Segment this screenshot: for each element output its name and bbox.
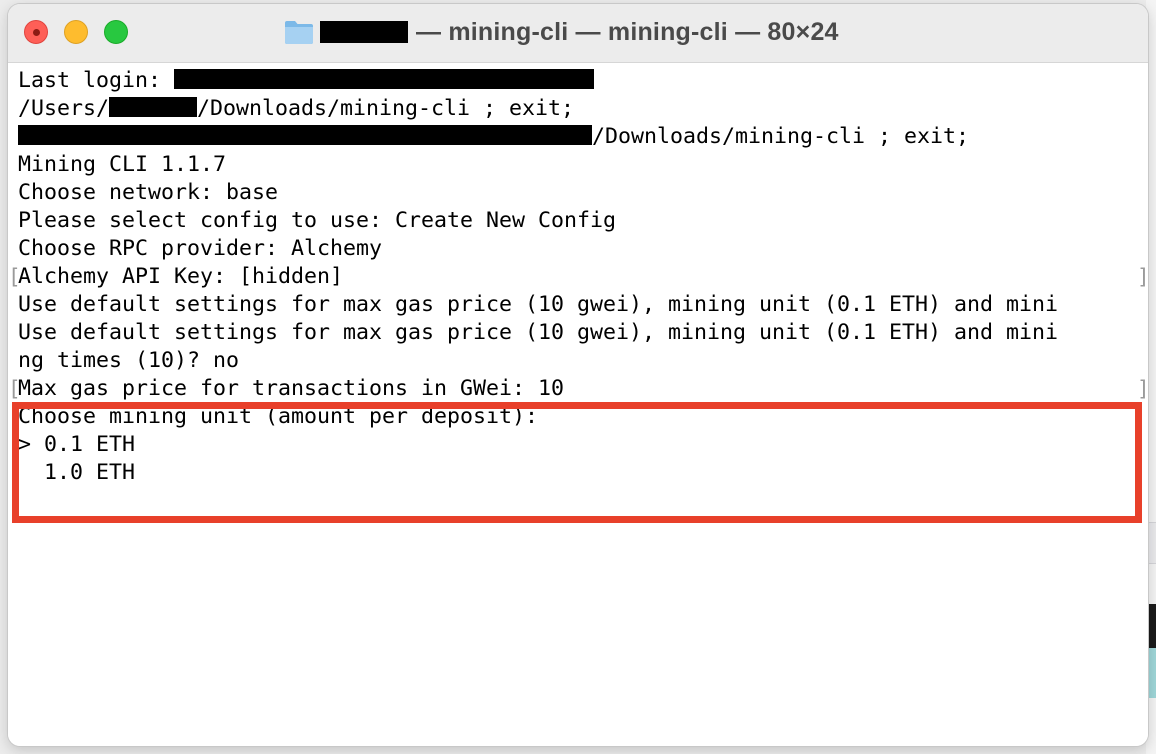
path-line: /Users/ /Downloads/mining-cli ; exit;: [18, 95, 574, 123]
window-title: — mining-cli — mining-cli — 80×24: [284, 16, 839, 48]
right-bracket-mark: ]: [1137, 263, 1148, 291]
minimize-button[interactable]: [64, 20, 88, 44]
version-line: Mining CLI 1.1.7: [18, 152, 227, 177]
redacted-prompt: [18, 125, 592, 145]
command-suffix: /Downloads/mining-cli ; exit;: [592, 124, 970, 149]
redacted-folder-name: [320, 21, 408, 43]
defaults-line-1: Use default settings for max gas price (…: [18, 292, 1059, 317]
network-line: Choose network: base: [18, 180, 279, 205]
terminal-window: — mining-cli — mining-cli — 80×24 Last l…: [8, 4, 1148, 746]
defaults-line-2: Use default settings for max gas price (…: [18, 320, 1059, 345]
last-login-line: Last login:: [18, 67, 595, 95]
max-gas-line: Max gas price for transactions in GWei: …: [18, 376, 565, 401]
path-suffix: /Downloads/mining-cli ; exit;: [197, 96, 575, 121]
highlight-annotation-box: [12, 402, 1142, 523]
window-title-text: — mining-cli — mining-cli — 80×24: [416, 17, 839, 46]
path-prefix: /Users/: [18, 96, 110, 121]
last-login-label: Last login:: [18, 68, 175, 93]
rpc-line: Choose RPC provider: Alchemy: [18, 236, 383, 261]
redacted-login-info: [174, 69, 595, 89]
folder-icon: [285, 21, 313, 44]
command-line: /Downloads/mining-cli ; exit;: [18, 123, 969, 151]
defaults-line-wrap: ng times (10)? no: [18, 348, 240, 373]
close-button[interactable]: [24, 20, 48, 44]
config-line: Please select config to use: Create New …: [18, 208, 617, 233]
api-key-line: Alchemy API Key: [hidden]: [18, 264, 344, 289]
terminal-content[interactable]: Last login: /Users/ /Downloads/mining-cli…: [8, 63, 1148, 746]
right-bracket-mark: ]: [1137, 375, 1148, 403]
redacted-username: [109, 97, 198, 117]
title-bar[interactable]: — mining-cli — mining-cli — 80×24: [8, 4, 1148, 63]
maximize-button[interactable]: [104, 20, 128, 44]
close-dot-icon: [33, 29, 40, 36]
